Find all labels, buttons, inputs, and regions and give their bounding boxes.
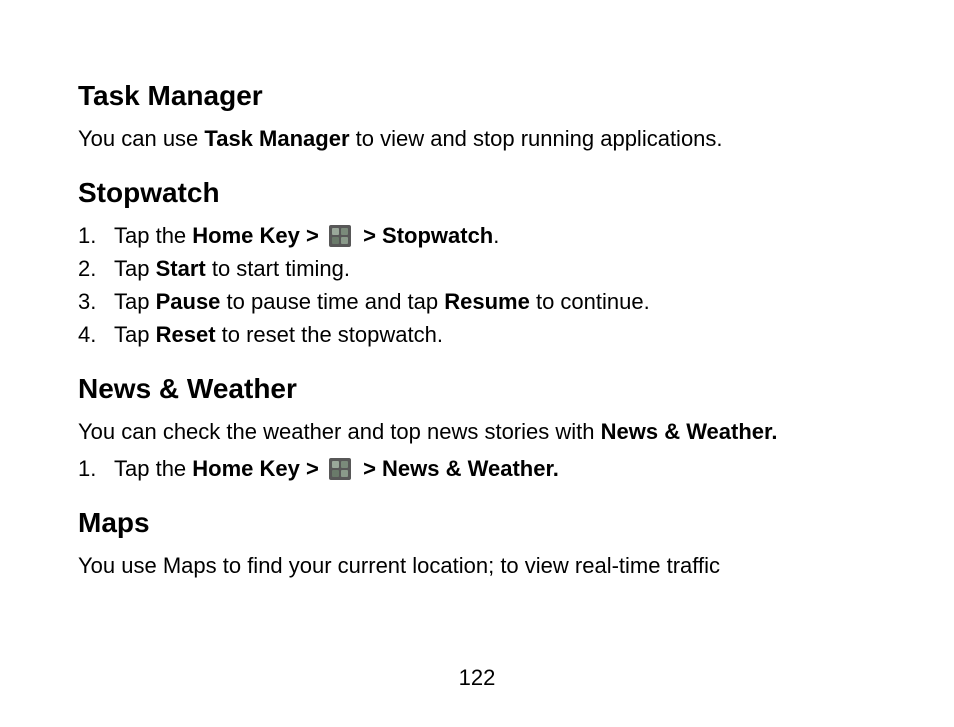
heading-task-manager: Task Manager: [78, 80, 876, 112]
text-fragment: Tap the: [114, 456, 192, 481]
news-weather-steps: Tap the Home Key > > News & Weather.: [78, 452, 876, 485]
list-item: Tap Reset to reset the stopwatch.: [78, 318, 876, 351]
text-bold-fragment: Home Key >: [192, 223, 325, 248]
news-weather-description: You can check the weather and top news s…: [78, 415, 876, 448]
text-bold-fragment: Pause: [156, 289, 221, 314]
list-item: Tap the Home Key > > News & Weather.: [78, 452, 876, 485]
text-fragment: to view and stop running applications.: [350, 126, 723, 151]
text-bold-fragment: > News & Weather.: [357, 456, 559, 481]
text-fragment: You can check the weather and top news s…: [78, 419, 601, 444]
text-fragment: Tap the: [114, 223, 192, 248]
stopwatch-steps: Tap the Home Key > > Stopwatch. Tap Star…: [78, 219, 876, 351]
text-fragment: to pause time and tap: [220, 289, 444, 314]
text-fragment: to reset the stopwatch.: [216, 322, 443, 347]
text-bold-fragment: Start: [156, 256, 206, 281]
list-item: Tap Pause to pause time and tap Resume t…: [78, 285, 876, 318]
text-bold-fragment: Resume: [444, 289, 530, 314]
text-bold-fragment: Task Manager: [204, 126, 349, 151]
maps-description: You use Maps to find your current locati…: [78, 549, 876, 582]
heading-news-weather: News & Weather: [78, 373, 876, 405]
apps-grid-icon: [329, 225, 351, 247]
text-bold-fragment: Reset: [156, 322, 216, 347]
text-bold-fragment: > Stopwatch: [357, 223, 493, 248]
list-item: Tap the Home Key > > Stopwatch.: [78, 219, 876, 252]
text-fragment: You use Maps to find your current locati…: [78, 553, 720, 578]
heading-stopwatch: Stopwatch: [78, 177, 876, 209]
text-fragment: to continue.: [530, 289, 650, 314]
heading-maps: Maps: [78, 507, 876, 539]
text-fragment: Tap: [114, 322, 156, 347]
text-bold-fragment: Home Key >: [192, 456, 325, 481]
text-fragment: .: [493, 223, 499, 248]
text-bold-fragment: News & Weather.: [601, 419, 778, 444]
page-number: 122: [0, 665, 954, 691]
text-fragment: You can use: [78, 126, 204, 151]
apps-grid-icon: [329, 458, 351, 480]
text-fragment: Tap: [114, 256, 156, 281]
text-fragment: to start timing.: [206, 256, 350, 281]
list-item: Tap Start to start timing.: [78, 252, 876, 285]
task-manager-description: You can use Task Manager to view and sto…: [78, 122, 876, 155]
text-fragment: Tap: [114, 289, 156, 314]
